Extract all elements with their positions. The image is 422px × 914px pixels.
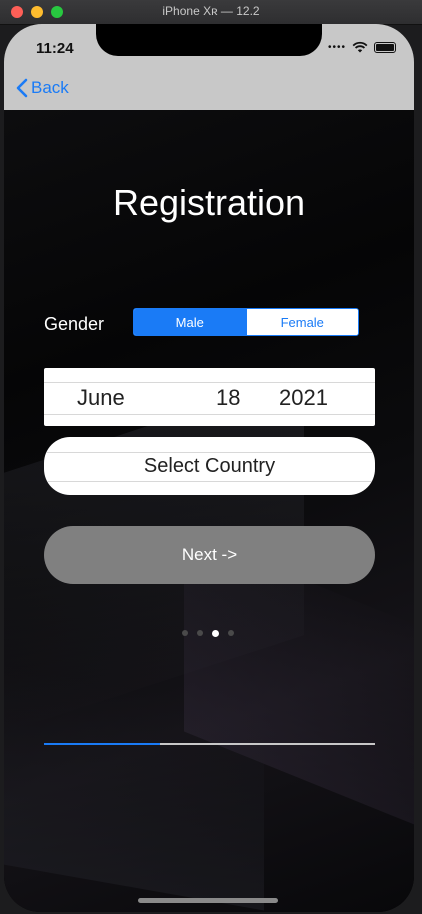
wifi-icon (352, 41, 368, 53)
next-button[interactable]: Next -> (44, 526, 375, 584)
date-picker[interactable]: June 18 2021 (44, 368, 375, 426)
gender-segmented-control: Male Female (133, 308, 359, 336)
home-indicator[interactable] (138, 898, 278, 903)
status-time: 11:24 (36, 40, 74, 57)
page-dot[interactable] (228, 630, 234, 636)
progress-bar (44, 743, 375, 745)
window-title: iPhone Xʀ — 12.2 (162, 4, 260, 18)
country-picker-label: Select Country (143, 455, 276, 477)
back-button[interactable]: Back (16, 78, 69, 98)
battery-icon (374, 41, 396, 53)
status-icons: •••• (328, 41, 396, 53)
page-control[interactable] (182, 629, 234, 637)
back-chevron-icon (16, 78, 28, 98)
phone-screen: 11:24 •••• Back Registration Gender Male… (4, 24, 414, 912)
page-dot[interactable] (197, 630, 203, 636)
gender-option-female[interactable]: Female (245, 309, 358, 335)
country-picker[interactable]: Select Country (44, 437, 375, 495)
back-label: Back (31, 78, 69, 97)
progress-fill (44, 743, 160, 745)
navigation-bar: 11:24 •••• Back (4, 24, 414, 110)
page-dot[interactable] (182, 630, 188, 636)
device-notch (96, 24, 322, 56)
cellular-dots-icon: •••• (327, 41, 346, 53)
window-titlebar: iPhone Xʀ — 12.2 (0, 0, 422, 25)
date-picker-year[interactable]: 2021 (279, 385, 328, 411)
date-picker-day[interactable]: 18 (216, 385, 240, 411)
gender-option-male[interactable]: Male (134, 309, 246, 335)
page-dot-current[interactable] (212, 629, 219, 637)
next-button-label: Next -> (181, 545, 238, 564)
gender-label: Gender (44, 314, 105, 334)
page-title: Registration (112, 182, 306, 223)
date-picker-month[interactable]: June (77, 385, 125, 411)
